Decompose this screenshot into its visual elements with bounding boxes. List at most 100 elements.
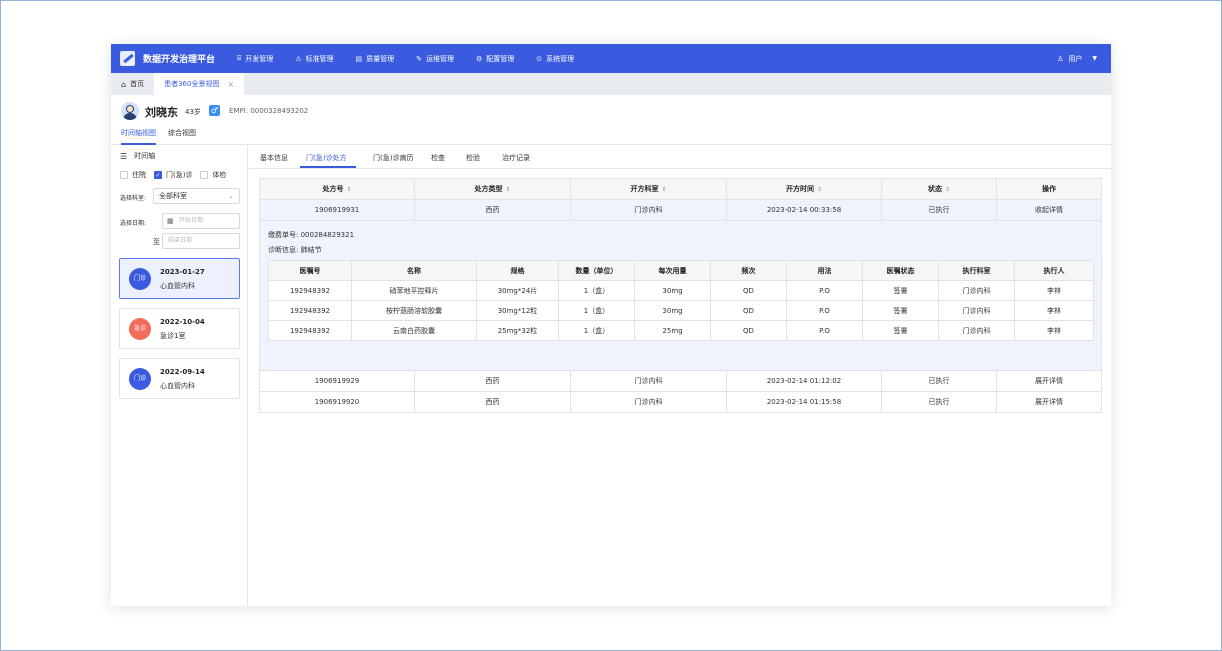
nav-config[interactable]: ⚙ 配置管理 [476,54,514,64]
tab-treatment[interactable]: 治疗记录 [502,153,530,163]
dept-label: 选择科室: [120,195,147,202]
cell: 门诊内科 [938,280,1015,301]
patient-empi: EMPI: 0000328493202 [229,107,309,115]
sort-icon[interactable]: ⇕ [505,186,510,193]
cell: P.O [786,280,863,301]
sort-icon[interactable]: ⇕ [346,186,351,193]
top-nav-bar: 数据开发治理平台 ⌸ 开发管理 ⚠ 标准管理 ▤ 质量管理 ✎ 运维管理 ⚙ 配置管理 ⊙… [111,44,1111,73]
tab-home[interactable]: ⌂ 首页 [111,73,154,95]
order-row: 192948392 桉柠蒎肠溶软胶囊 30mg*12粒 1（盒） 30mg QD… [268,300,1094,321]
record-tabs: 基本信息 门(急)诊处方 门(急)诊病历 检查 检验 治疗记录 [249,145,1111,169]
dept-select[interactable]: 全部科室 ⌄ [153,188,240,204]
tab-patient-360[interactable]: 患者360全景视图 × [154,73,245,95]
patient-name: 刘晓东 [145,106,178,119]
tab-outpatient-prescription[interactable]: 门(急)诊处方 [306,153,346,163]
active-tab-indicator [300,166,356,168]
visit-dept: 心血管内科 [160,282,195,290]
user-menu[interactable]: ♙ 用户 ▼ [1057,44,1097,73]
tab-timeline-view[interactable]: 时间轴视图 [121,128,156,145]
filter-checkup[interactable]: 体检 [200,170,226,180]
nav-label: 配置管理 [486,54,515,63]
order-row: 192948392 云南白药胶囊 25mg*32粒 1（盒） 25mg QD P… [268,320,1094,341]
col-header[interactable]: 开方科室 ⇕ [570,178,727,200]
cell: 30mg [634,280,711,301]
checkbox[interactable] [200,171,209,179]
close-icon[interactable]: × [227,80,234,89]
col-header[interactable]: 状态 ⇕ [881,178,997,200]
app-window: 数据开发治理平台 ⌸ 开发管理 ⚠ 标准管理 ▤ 质量管理 ✎ 运维管理 ⚙ 配置管理 ⊙… [111,44,1111,606]
patient-header: 刘晓东 43岁 ♂ EMPI: 0000328493202 时间轴视图 综合视图 [111,95,1111,145]
cell: 30mg*12粒 [476,300,559,321]
cell: 签署 [862,300,939,321]
sort-icon[interactable]: ⇕ [817,186,822,193]
cell: QD [710,320,787,341]
nav-label: 质量管理 [366,54,395,63]
cell: 签署 [862,280,939,301]
checkbox[interactable] [120,171,128,179]
col-header: 频次 [710,260,787,281]
cell: 1（盒） [558,300,635,321]
cell: 1（盒） [558,280,635,301]
tab-overview[interactable]: 综合视图 [168,128,196,145]
filter-label: 住院 [132,171,146,179]
nav-standard[interactable]: ⚠ 标准管理 [295,54,333,64]
checkbox-checked[interactable]: ✓ [154,171,162,179]
timeline-title-label: 时间轴 [134,152,156,160]
filter-inpatient[interactable]: 住院 [120,170,146,180]
diagnosis-info: 诊断信息: 肺结节 [268,246,322,254]
tab-outpatient-record[interactable]: 门(急)诊病历 [373,153,413,163]
sort-icon[interactable]: ⇕ [661,186,666,193]
col-header[interactable]: 处方类型 ⇕ [414,178,571,200]
header-label: 处方号 [322,185,344,193]
cell: 192948392 [268,300,352,321]
expand-detail-link[interactable]: 展开详情 [996,391,1102,413]
col-header[interactable]: 开方时间 ⇕ [726,178,882,200]
end-date-input[interactable]: 结束日期 [162,233,240,249]
nav-dev[interactable]: ⌸ 开发管理 [237,54,273,64]
cell: QD [710,280,787,301]
collapse-detail-link[interactable]: 收起详情 [996,199,1102,221]
cell-type: 西药 [414,391,571,413]
tab-basic-info[interactable]: 基本信息 [260,153,288,163]
timeline-title[interactable]: ☰ 时间轴 [120,151,155,161]
logo: 数据开发治理平台 [120,51,215,66]
record-panel: 基本信息 门(急)诊处方 门(急)诊病历 检查 检验 治疗记录 处方号 ⇕ 处方类… [249,145,1111,606]
nav-label: 运维管理 [426,54,454,63]
start-date-input[interactable]: ▦ 开始日期 [162,213,240,229]
visit-date: 2022-10-04 [160,318,205,326]
table-row: 1906919929 西药 门诊内科 2023-02-14 01:12:02 已… [259,370,1102,392]
cell: 李林 [1014,300,1094,321]
col-header[interactable]: 处方号 ⇕ [259,178,415,200]
cell-dept: 门诊内科 [570,391,727,413]
date-label: 选择日期: [120,220,147,227]
visit-card[interactable]: 门诊 2023-01-27 心血管内科 [119,258,240,299]
sort-icon[interactable]: ⇕ [945,186,950,193]
tab-exam[interactable]: 检查 [431,153,445,163]
col-header: 操作 [996,178,1102,200]
user-icon: ♙ [1057,54,1064,63]
col-header: 用法 [786,260,863,281]
cell: 李林 [1014,320,1094,341]
nav-label: 系统管理 [546,54,575,63]
col-header: 名称 [351,260,477,281]
chevron-down-icon: ⌄ [228,192,234,200]
date-to-label: 至 [153,238,160,246]
tab-label: 首页 [130,80,145,88]
tab-lab[interactable]: 检验 [466,153,480,163]
filter-label: 体检 [212,171,227,179]
filter-outpatient[interactable]: ✓ 门(急)诊 [154,170,192,180]
visit-card[interactable]: 门诊 2022-09-14 心血管内科 [119,358,240,399]
visit-card[interactable]: 急诊 2022-10-04 急诊1室 [119,308,240,349]
nav-ops[interactable]: ✎ 运维管理 [416,54,454,64]
visit-type-filters: 住院 ✓ 门(急)诊 体检 [120,170,234,180]
cell: 云南白药胶囊 [351,320,477,341]
nav-quality[interactable]: ▤ 质量管理 [356,54,395,64]
expand-detail-link[interactable]: 展开详情 [996,370,1102,392]
cell-time: 2023-02-14 00:33:58 [726,199,882,221]
cell-time: 2023-02-14 01:15:58 [726,391,882,413]
visit-date: 2023-01-27 [160,268,205,276]
nav-system[interactable]: ⊙ 系统管理 [536,54,574,64]
cell-time: 2023-02-14 01:12:02 [726,370,882,392]
standard-icon: ⚠ [295,54,302,63]
visit-dept: 急诊1室 [160,332,186,340]
